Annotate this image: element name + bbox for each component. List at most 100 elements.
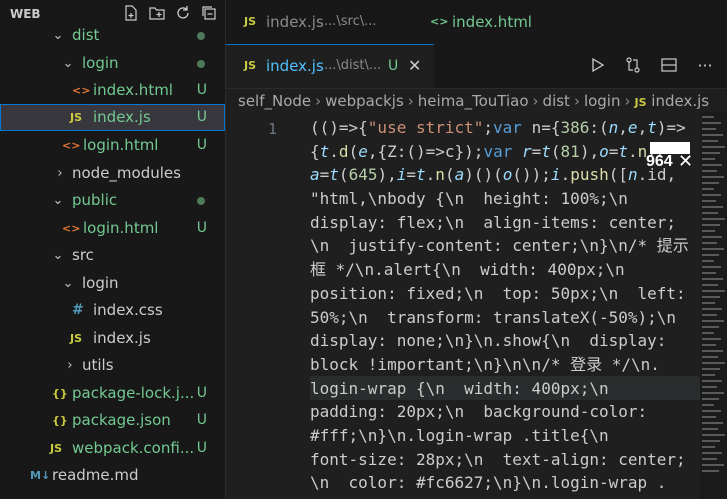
close-icon[interactable]: ✕ bbox=[408, 45, 421, 87]
html-file-icon: <> bbox=[62, 222, 81, 235]
tree-folder-utils[interactable]: › utils bbox=[0, 352, 225, 379]
tree-item-label: public bbox=[72, 191, 118, 209]
minimap-line bbox=[702, 236, 722, 238]
breadcrumb-item[interactable]: heima_TouTiao bbox=[418, 92, 529, 110]
tree-file-index-css[interactable]: # index.css bbox=[0, 297, 225, 324]
tree-folder-src[interactable]: ⌄ src bbox=[0, 242, 225, 269]
line-number-gutter: 1 bbox=[226, 112, 310, 499]
tree-item-label: webpack.confi... bbox=[72, 439, 195, 457]
code-line: display: none;\n}\n.show{\n display: bbox=[310, 331, 667, 351]
minimap-line bbox=[702, 254, 719, 256]
code-line: block !important;\n}\n\n/* 登录 */\n. bbox=[310, 354, 660, 374]
chevron-right-icon: › bbox=[532, 92, 539, 110]
tree-file-public-login-html[interactable]: <> login.html U bbox=[0, 215, 225, 242]
chevron-down-icon: ⌄ bbox=[62, 56, 74, 71]
code-line: \n color: #fc6627;\n}\n.login-wrap . bbox=[310, 473, 667, 493]
tree-folder-node-modules[interactable]: › node_modules bbox=[0, 160, 225, 187]
tab-src-index-js[interactable]: JS index.js ...\src\... bbox=[226, 0, 406, 44]
git-status-badge: U bbox=[196, 109, 207, 125]
breadcrumb-item[interactable]: login bbox=[584, 92, 621, 110]
split-editor-icon[interactable] bbox=[659, 56, 679, 76]
tree-file-package-json[interactable]: {} package.json U bbox=[0, 407, 225, 434]
tree-file-package-lock[interactable]: {} package-lock.j... U bbox=[0, 380, 225, 407]
tree-file-webpack-config[interactable]: JS webpack.confi... U bbox=[0, 435, 225, 462]
chevron-right-icon: › bbox=[57, 166, 63, 181]
tree-file-readme[interactable]: M↓ readme.md bbox=[0, 462, 225, 489]
tree-item-label: login bbox=[82, 54, 119, 72]
chevron-down-icon: ⌄ bbox=[52, 193, 64, 208]
collapse-all-icon[interactable] bbox=[199, 4, 219, 24]
tree-item-label: readme.md bbox=[52, 466, 139, 484]
close-icon[interactable]: ✕ bbox=[678, 151, 693, 172]
minimap-line bbox=[702, 428, 718, 430]
html-file-icon: <> bbox=[62, 139, 81, 152]
new-file-icon[interactable] bbox=[121, 4, 141, 24]
tree-file-src-index-js[interactable]: JS index.js bbox=[0, 325, 225, 352]
tree-item-label: login bbox=[82, 274, 119, 292]
run-icon[interactable] bbox=[587, 56, 607, 76]
breadcrumb-item[interactable]: webpackjs bbox=[325, 92, 404, 110]
refresh-icon[interactable] bbox=[173, 4, 193, 24]
minimap-line bbox=[702, 242, 717, 244]
minimap-line bbox=[702, 272, 716, 274]
workspace-title[interactable]: WEB bbox=[10, 7, 41, 21]
compare-changes-icon[interactable] bbox=[623, 56, 643, 76]
tree-folder-dist[interactable]: ⌄ dist bbox=[0, 22, 225, 49]
minimap-line bbox=[702, 116, 714, 118]
breadcrumb-item[interactable]: self_Node bbox=[238, 92, 311, 110]
code-line: \n justify-content: center;\n}\n/* 提示 bbox=[310, 236, 689, 256]
minimap-line bbox=[702, 338, 721, 340]
minimap-line bbox=[702, 356, 718, 358]
minimap-line bbox=[702, 194, 721, 196]
modified-dot bbox=[197, 32, 205, 40]
tree-item-label: login.html bbox=[83, 136, 159, 154]
code-line: (()=>{"use strict";var n={386:(n,e,t)=> bbox=[310, 118, 686, 137]
modified-dot bbox=[197, 197, 205, 205]
tree-file-login-html[interactable]: <> login.html U bbox=[0, 132, 225, 159]
tree-folder-public[interactable]: ⌄ public bbox=[0, 187, 225, 214]
minimap-line bbox=[702, 224, 720, 226]
chevron-down-icon: ⌄ bbox=[52, 28, 64, 43]
minimap-line bbox=[702, 332, 714, 334]
minimap-line bbox=[702, 374, 715, 376]
tab-path: ...\src\... bbox=[324, 14, 377, 29]
markdown-file-icon: M↓ bbox=[30, 469, 51, 482]
tab-dist-index-js[interactable]: JS index.js ...\dist\... U ✕ bbox=[226, 44, 434, 88]
minimap-line bbox=[702, 350, 723, 352]
minimap-line bbox=[702, 452, 722, 454]
chevron-right-icon: › bbox=[67, 358, 73, 373]
tree-item-label: index.css bbox=[93, 301, 163, 319]
tree-item-label: dist bbox=[72, 26, 100, 44]
minimap-line bbox=[702, 446, 715, 448]
git-status-badge: U bbox=[388, 58, 399, 74]
minimap-line bbox=[702, 206, 723, 208]
breadcrumb-item[interactable]: index.js bbox=[651, 92, 709, 110]
minimap-line bbox=[702, 134, 723, 136]
tree-folder-src-login[interactable]: ⌄ login bbox=[0, 270, 225, 297]
js-file-icon: JS bbox=[50, 442, 63, 455]
tab-index-html[interactable]: <> index.html bbox=[412, 0, 572, 44]
minimap-line bbox=[702, 308, 722, 310]
tree-file-index-js[interactable]: JS index.js U bbox=[0, 104, 225, 131]
minimap-line bbox=[702, 410, 721, 412]
new-folder-icon[interactable] bbox=[147, 4, 167, 24]
code-line: 50%;\n transform: translateX(-50%);\n bbox=[310, 307, 677, 327]
breadcrumb-item[interactable]: dist bbox=[543, 92, 570, 110]
git-status-badge: U bbox=[196, 385, 207, 401]
tree-file-index-html[interactable]: <> index.html U bbox=[0, 77, 225, 104]
minimap-line bbox=[702, 344, 716, 346]
overlay-count: 964 bbox=[646, 153, 673, 170]
js-file-icon: JS bbox=[634, 96, 647, 109]
tree-item-label: index.html bbox=[93, 81, 173, 99]
tree-folder-login[interactable]: ⌄ login bbox=[0, 50, 225, 77]
chevron-down-icon: ⌄ bbox=[62, 276, 74, 291]
minimap-line bbox=[702, 218, 725, 220]
chevron-right-icon: › bbox=[573, 92, 580, 110]
code-line: "html,\nbody {\n height: 100%;\n bbox=[310, 189, 628, 209]
minimap-line bbox=[702, 458, 717, 460]
breadcrumb: self_Node › webpackjs › heima_TouTiao › dist › l… bbox=[238, 92, 727, 112]
minimap-line bbox=[702, 398, 719, 400]
minimap-line bbox=[702, 368, 720, 370]
minimap-line bbox=[702, 470, 719, 472]
more-actions-icon[interactable]: ··· bbox=[695, 56, 715, 76]
